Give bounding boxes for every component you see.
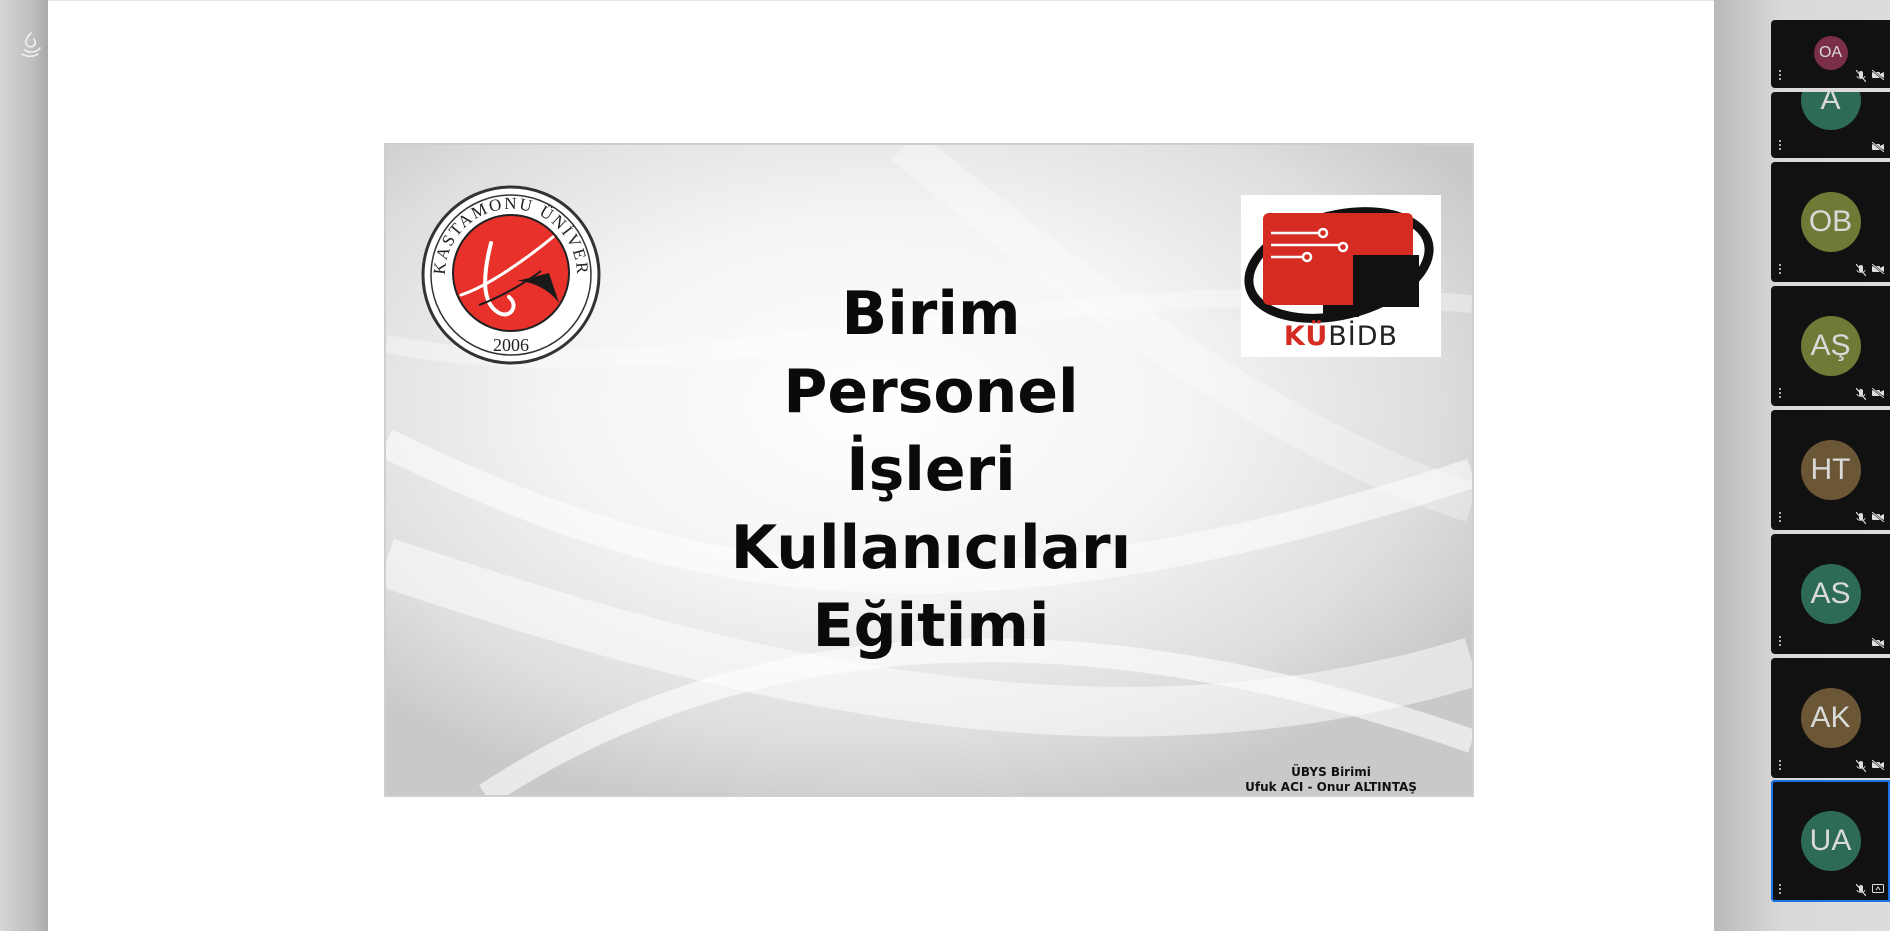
mic-off-icon	[1856, 264, 1866, 276]
slide-title-line: Birim	[841, 279, 1021, 349]
participant-tile[interactable]: OA	[1771, 20, 1890, 88]
more-options-icon[interactable]	[1779, 512, 1783, 524]
kubidb-logo: KÜBİDB	[1241, 195, 1441, 357]
slide-footer-unit: ÜBYS Birimi	[1291, 765, 1371, 779]
mic-off-icon	[1856, 884, 1866, 896]
more-options-icon[interactable]	[1779, 70, 1783, 82]
slide-title: Birim Personel İşleri Kullanıcıları Eğit…	[606, 275, 1256, 665]
camera-off-icon	[1872, 638, 1884, 648]
more-options-icon[interactable]	[1779, 636, 1783, 648]
camera-off-icon	[1872, 388, 1884, 398]
kubidb-wordmark: KÜBİDB	[1241, 321, 1441, 352]
kubidb-prefix: KÜ	[1283, 321, 1329, 352]
slide-title-line: Eğitimi	[812, 591, 1050, 661]
presentation-stage: KASTAMONU ÜNİVERSİTESİ 2006 KÜBİDB	[48, 0, 1714, 931]
app-logo-icon	[21, 32, 41, 58]
participant-avatar: UA	[1800, 811, 1861, 871]
participant-avatar: AŞ	[1800, 316, 1861, 376]
camera-off-icon	[1872, 760, 1884, 770]
camera-off-icon	[1872, 70, 1884, 80]
slide-title-line: Kullanıcıları	[730, 513, 1132, 583]
camera-off-icon	[1872, 142, 1884, 152]
slide-footer-authors: Ufuk ACI - Onur ALTINTAŞ	[1245, 780, 1417, 794]
mic-off-icon	[1856, 388, 1866, 400]
participant-avatar: OB	[1800, 192, 1861, 252]
present-screen-icon	[1872, 884, 1884, 893]
participant-tile[interactable]: HT	[1771, 410, 1890, 530]
more-options-icon[interactable]	[1779, 264, 1783, 276]
participant-avatar: HT	[1800, 440, 1861, 500]
mic-off-icon	[1856, 70, 1866, 82]
participant-tile[interactable]: A	[1771, 92, 1890, 158]
participant-avatar: A	[1800, 92, 1861, 130]
monitor-icon	[1244, 207, 1434, 323]
more-options-icon[interactable]	[1779, 140, 1783, 152]
more-options-icon[interactable]	[1779, 760, 1783, 772]
participant-avatar: AK	[1800, 688, 1861, 748]
left-stage-edge	[0, 0, 48, 931]
participant-tiles: OA A OB AŞ HT AS AK UA	[1771, 0, 1890, 931]
kubidb-suffix: BİDB	[1328, 321, 1399, 352]
mic-off-icon	[1856, 760, 1866, 772]
slide-footer: ÜBYS Birimi Ufuk ACI - Onur ALTINTAŞ	[1206, 765, 1456, 795]
participant-avatar: AS	[1800, 564, 1861, 624]
slide-title-line: İşleri	[846, 435, 1016, 505]
participant-tile[interactable]: OB	[1771, 162, 1890, 282]
university-seal-logo: KASTAMONU ÜNİVERSİTESİ 2006	[421, 185, 601, 365]
camera-off-icon	[1872, 264, 1884, 274]
more-options-icon[interactable]	[1779, 388, 1783, 400]
camera-off-icon	[1872, 512, 1884, 522]
participant-tile[interactable]: AS	[1771, 534, 1890, 654]
participant-tile[interactable]: AŞ	[1771, 286, 1890, 406]
seal-year: 2006	[493, 335, 529, 355]
participant-tile[interactable]: AK	[1771, 658, 1890, 778]
slide-title-line: Personel	[783, 357, 1079, 427]
participant-avatar: OA	[1813, 36, 1848, 70]
shared-slide: KASTAMONU ÜNİVERSİTESİ 2006 KÜBİDB	[384, 143, 1474, 797]
participant-tile-self[interactable]: UA	[1771, 780, 1890, 902]
more-options-icon[interactable]	[1779, 884, 1783, 896]
mic-off-icon	[1856, 512, 1866, 524]
